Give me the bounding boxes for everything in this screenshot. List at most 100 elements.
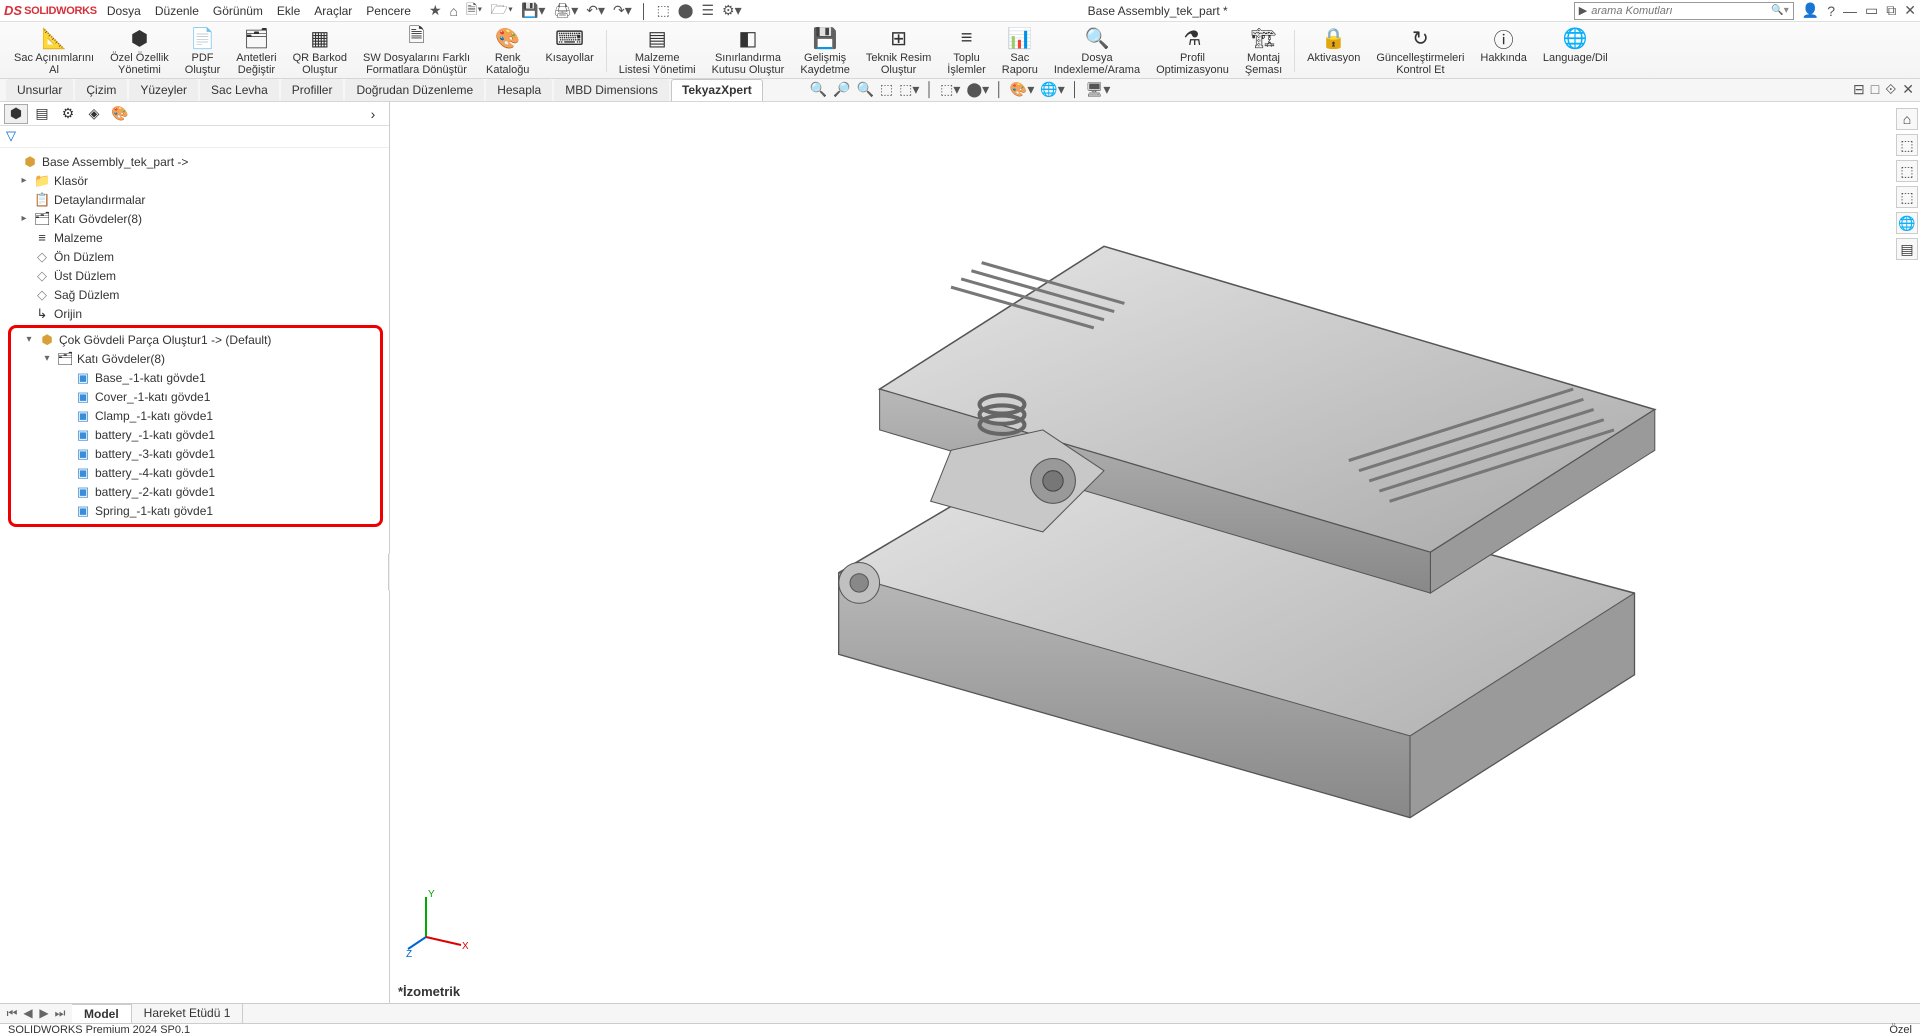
tree-item[interactable]: ▣Cover_-1-katı gövde1 <box>11 387 380 406</box>
chevron-icon[interactable]: ▾ <box>41 353 53 364</box>
tree-item[interactable]: ◇Sağ Düzlem <box>6 285 387 304</box>
quick-icon-4[interactable]: 💾▾ <box>521 2 545 19</box>
user-icon[interactable]: 👤 <box>1802 2 1819 19</box>
cmd-tab-profiller[interactable]: Profiller <box>281 79 344 101</box>
menu-görünüm[interactable]: Görünüm <box>213 4 263 18</box>
menu-ekle[interactable]: Ekle <box>277 4 300 18</box>
chevron-icon[interactable]: ▾ <box>23 334 35 345</box>
command-search[interactable]: ▶ 🔍▾ <box>1574 2 1794 20</box>
minimize-icon[interactable]: — <box>1843 3 1857 19</box>
panel-btn-2[interactable]: ⟐ <box>1885 81 1896 98</box>
ribbon-btn-10[interactable]: ◧Sınırlandırma Kutusu Oluştur <box>704 24 793 78</box>
view-tool-7[interactable]: ⬤▾ <box>966 81 989 98</box>
task-strip-1[interactable]: ⬚ <box>1896 134 1918 156</box>
tree-item[interactable]: 📋Detaylandırmalar <box>6 190 387 209</box>
view-tool-5[interactable]: │ <box>925 81 934 98</box>
quick-icon-6[interactable]: ↶▾ <box>586 2 605 19</box>
ribbon-btn-0[interactable]: 📐Sac Açınımlarını Al <box>6 24 102 78</box>
ribbon-btn-5[interactable]: 🗎SW Dosyalarını Farklı Formatlara Dönüşt… <box>355 24 478 78</box>
maximize-icon[interactable]: ⧉ <box>1886 2 1896 19</box>
bottom-tab-model[interactable]: Model <box>72 1004 132 1023</box>
tree-item[interactable]: ≡Malzeme <box>6 228 387 247</box>
ribbon-btn-1[interactable]: ⬢Özel Özellik Yönetimi <box>102 24 177 78</box>
cmd-tab-tekyazxpert[interactable]: TekyazXpert <box>671 79 763 101</box>
tree-item[interactable]: ▣Clamp_-1-katı gövde1 <box>11 406 380 425</box>
tab-nav-3[interactable]: ⏭ <box>52 1006 68 1021</box>
panel-btn-3[interactable]: ✕ <box>1902 81 1914 98</box>
menu-pencere[interactable]: Pencere <box>366 4 411 18</box>
chevron-icon[interactable]: ▸ <box>18 175 30 186</box>
tree-item[interactable]: ▣Base_-1-katı gövde1 <box>11 368 380 387</box>
quick-icon-8[interactable]: │ <box>640 3 649 19</box>
ribbon-btn-11[interactable]: 💾Gelişmiş Kaydetme <box>792 24 858 78</box>
tree-item[interactable]: ▣Spring_-1-katı gövde1 <box>11 501 380 520</box>
lp-tab-2[interactable]: ⚙ <box>56 104 80 124</box>
task-strip-4[interactable]: 🌐 <box>1896 212 1918 234</box>
search-dropdown-icon[interactable]: 🔍▾ <box>1771 5 1788 16</box>
tree-item[interactable]: ↳Orijin <box>6 304 387 323</box>
task-strip-5[interactable]: ▤ <box>1896 238 1918 260</box>
restore-icon[interactable]: ▭ <box>1865 2 1878 19</box>
view-tool-6[interactable]: ⬚▾ <box>940 81 960 98</box>
tree-item[interactable]: ▸🗂Katı Gövdeler(8) <box>6 209 387 228</box>
quick-icon-2[interactable]: 🗎▾ <box>466 0 482 23</box>
menu-düzenle[interactable]: Düzenle <box>155 4 199 18</box>
ribbon-btn-2[interactable]: 📄PDF Oluştur <box>177 24 228 78</box>
lp-tab-3[interactable]: ▤ <box>30 104 54 124</box>
ribbon-btn-13[interactable]: ≡Toplu İşlemler <box>939 24 994 78</box>
ribbon-btn-6[interactable]: 🎨Renk Kataloğu <box>478 24 537 78</box>
cmd-tab-çizim[interactable]: Çizim <box>75 79 127 101</box>
view-tool-11[interactable]: │ <box>1071 81 1080 98</box>
task-strip-2[interactable]: ⬚ <box>1896 160 1918 182</box>
view-tool-0[interactable]: 🔍 <box>810 81 827 98</box>
cmd-tab-doğrudan-düzenleme[interactable]: Doğrudan Düzenleme <box>345 79 484 101</box>
cmd-tab-unsurlar[interactable]: Unsurlar <box>6 79 73 101</box>
cmd-tab-yüzeyler[interactable]: Yüzeyler <box>129 79 198 101</box>
ribbon-btn-15[interactable]: 🔍Dosya Indexleme/Arama <box>1046 24 1148 78</box>
view-tool-8[interactable]: │ <box>995 81 1004 98</box>
view-tool-1[interactable]: 🔎 <box>833 81 850 98</box>
quick-icon-11[interactable]: ☰ <box>701 2 714 19</box>
cmd-tab-sac-levha[interactable]: Sac Levha <box>200 79 279 101</box>
tree-item[interactable]: ◇Üst Düzlem <box>6 266 387 285</box>
task-strip-0[interactable]: ⌂ <box>1896 108 1918 130</box>
tree-item[interactable]: ▣battery_-1-katı gövde1 <box>11 425 380 444</box>
ribbon-btn-19[interactable]: 🔒Aktivasyon <box>1299 24 1368 78</box>
lp-tab-4[interactable]: ⬢ <box>4 104 28 124</box>
view-tool-12[interactable]: 🖥▾ <box>1086 81 1111 98</box>
panel-btn-1[interactable]: □ <box>1871 81 1879 98</box>
view-tool-10[interactable]: 🌐▾ <box>1040 81 1064 98</box>
quick-icon-3[interactable]: 🗁▾ <box>490 0 513 23</box>
quick-icon-7[interactable]: ↷▾ <box>613 2 632 19</box>
ribbon-btn-4[interactable]: ▦QR Barkod Oluştur <box>285 24 355 78</box>
ribbon-btn-7[interactable]: ⌨Kısayollar <box>537 24 601 78</box>
menu-araçlar[interactable]: Araçlar <box>314 4 352 18</box>
ribbon-btn-20[interactable]: ↻Güncelleştirmeleri Kontrol Et <box>1368 24 1472 78</box>
cmd-tab-hesapla[interactable]: Hesapla <box>486 79 552 101</box>
task-strip-3[interactable]: ⬚ <box>1896 186 1918 208</box>
help-icon[interactable]: ? <box>1827 3 1835 19</box>
ribbon-btn-3[interactable]: 🗂Antetleri Değiştir <box>228 24 284 78</box>
chevron-icon[interactable]: ▸ <box>18 213 30 224</box>
ribbon-btn-22[interactable]: 🌐Language/Dil <box>1535 24 1616 78</box>
quick-icon-5[interactable]: 🖨▾ <box>553 2 578 19</box>
tab-nav-0[interactable]: ⏮ <box>4 1006 20 1021</box>
tab-nav-2[interactable]: ▶ <box>36 1006 52 1021</box>
tree-item[interactable]: ▾🗂Katı Gövdeler(8) <box>11 349 380 368</box>
lp-tab-0[interactable]: 🎨 <box>108 104 132 124</box>
graphics-viewport[interactable]: Y X Z *İzometrik ⌂⬚⬚⬚🌐▤ <box>390 102 1920 1003</box>
tree-item[interactable]: ◇Ön Düzlem <box>6 247 387 266</box>
view-tool-2[interactable]: 🔍 <box>856 81 873 98</box>
bottom-tab-hareket-etüdü-1[interactable]: Hareket Etüdü 1 <box>132 1004 244 1023</box>
tree-item[interactable]: ▾⬢Çok Gövdeli Parça Oluştur1 -> (Default… <box>11 330 380 349</box>
view-tool-4[interactable]: ⬚▾ <box>899 81 919 98</box>
quick-icon-12[interactable]: ⚙▾ <box>722 2 742 19</box>
tree-item[interactable]: ▸📁Klasör <box>6 171 387 190</box>
view-tool-9[interactable]: 🎨▾ <box>1010 81 1034 98</box>
view-tool-3[interactable]: ⬚ <box>880 81 893 98</box>
ribbon-btn-16[interactable]: ⚗Profil Optimizasyonu <box>1148 24 1237 78</box>
quick-icon-1[interactable]: ⌂ <box>450 3 458 19</box>
filter-icon[interactable]: ▽ <box>6 128 16 143</box>
tree-item[interactable]: ▣battery_-2-katı gövde1 <box>11 482 380 501</box>
ribbon-btn-21[interactable]: ⓘHakkında <box>1472 24 1534 78</box>
